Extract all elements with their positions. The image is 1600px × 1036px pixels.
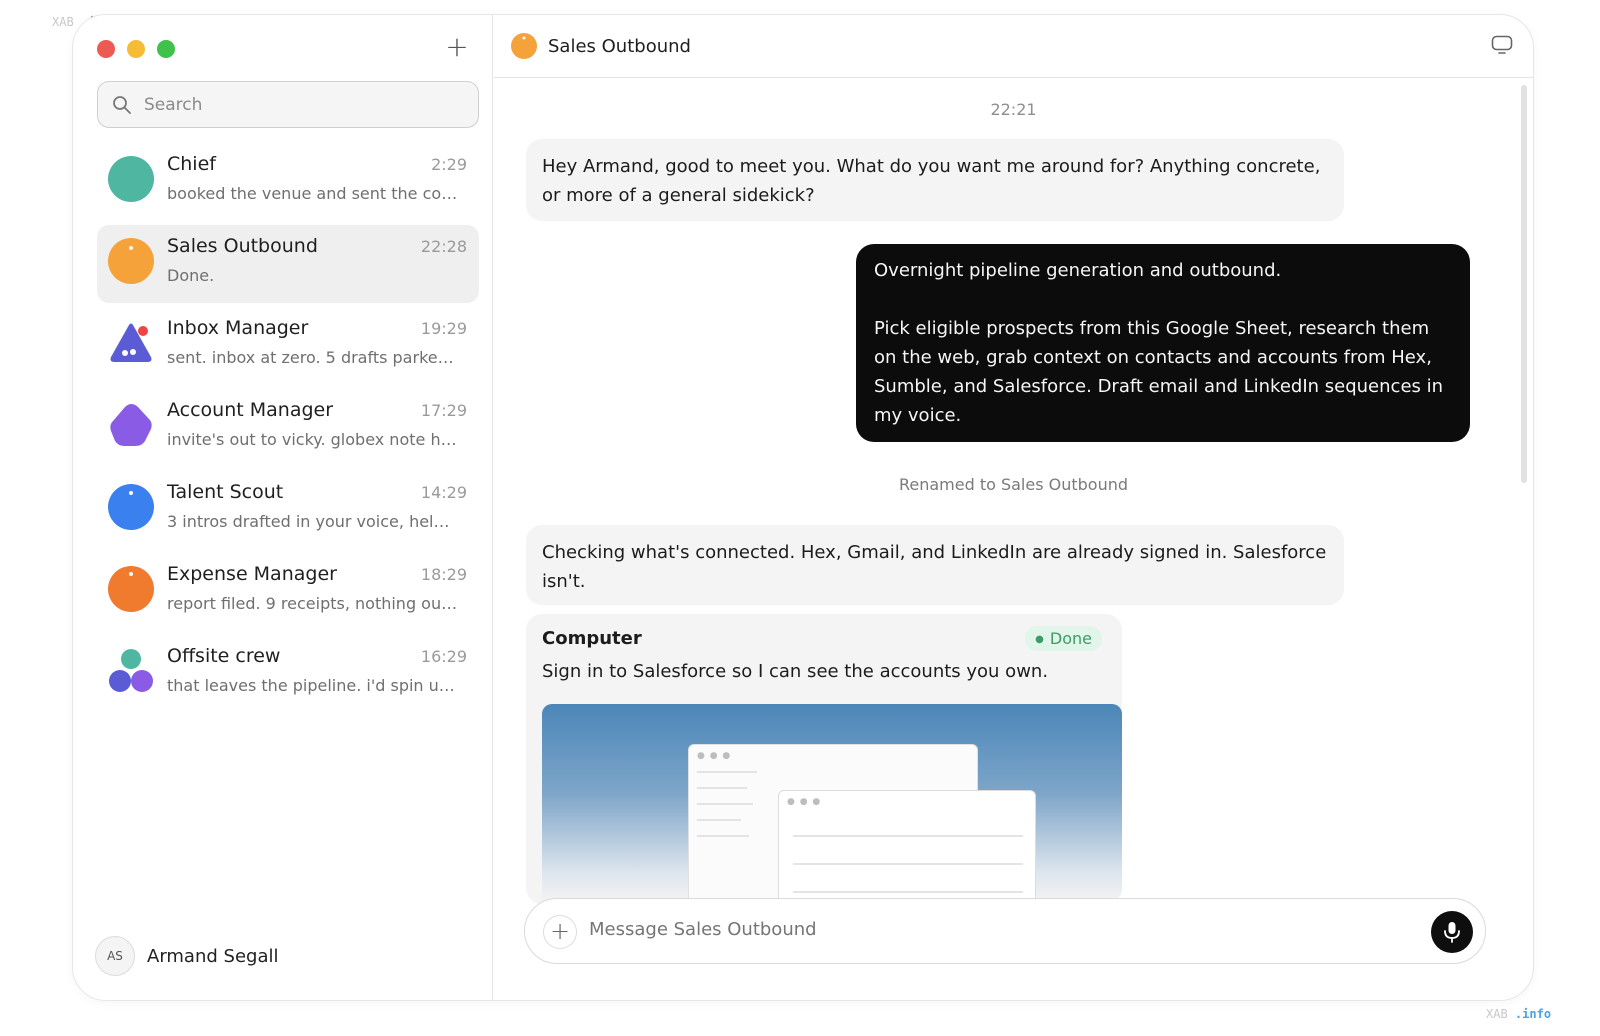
chat-title: Sales Outbound (548, 35, 691, 57)
chat-time: 14:29 (420, 483, 467, 502)
group-avatar-icon (109, 649, 153, 692)
system-notice: Renamed to Sales Outbound (898, 475, 1129, 494)
chat-time: 16:29 (420, 647, 467, 666)
inbox-manager-avatar-icon (110, 323, 152, 362)
preview-line (793, 891, 1023, 893)
chat-preview: sent. inbox at zero. 5 drafts parked ... (167, 348, 459, 367)
chat-bubble-icon[interactable] (1491, 35, 1513, 55)
preview-line (697, 803, 753, 805)
chat-item-sales-outbound[interactable]: Sales Outbound 22:28 Done. (97, 225, 479, 303)
avatar (107, 319, 155, 367)
window-controls (97, 40, 175, 58)
chat-name: Account Manager (167, 399, 334, 421)
preview-line (697, 787, 747, 789)
close-window-button[interactable] (97, 40, 115, 58)
computer-task-card[interactable]: Computer Done Sign in to Salesforce so I… (526, 614, 1122, 904)
avatar (107, 483, 155, 531)
microphone-icon (1444, 922, 1460, 943)
chat-item-offsite-crew[interactable]: Offsite crew 16:29 that leaves the pipel… (97, 635, 479, 713)
chat-preview: that leaves the pipeline. i'd spin up ..… (167, 676, 459, 695)
chat-panel: Sales Outbound 22:21 Hey Armand, good to… (494, 15, 1533, 1000)
assistant-message: Hey Armand, good to meet you. What do yo… (526, 139, 1344, 221)
sales-outbound-avatar-icon (108, 238, 154, 284)
chat-preview: invite's out to vicky. globex note he... (167, 430, 459, 449)
user-message-line: Pick eligible prospects from this Google… (874, 318, 1444, 426)
user-message: Overnight pipeline generation and outbou… (856, 244, 1470, 442)
chat-name: Chief (167, 153, 216, 175)
maximize-window-button[interactable] (157, 40, 175, 58)
window-dots-icon: ● ● ● (787, 797, 822, 807)
avatar (107, 155, 155, 203)
user-message-line: Overnight pipeline generation and outbou… (874, 260, 1282, 281)
expense-manager-avatar-icon (108, 566, 154, 612)
chat-time: 19:29 (420, 319, 467, 338)
chat-name: Expense Manager (167, 563, 337, 585)
search-icon (113, 95, 131, 114)
user-avatar: AS (95, 936, 135, 976)
chat-item-talent-scout[interactable]: Talent Scout 14:29 3 intros drafted in y… (97, 471, 479, 549)
sales-outbound-avatar-icon (511, 33, 537, 59)
avatar (107, 565, 155, 613)
message-composer: + (524, 898, 1486, 964)
search-input[interactable]: Search (97, 81, 479, 128)
minimize-window-button[interactable] (127, 40, 145, 58)
chat-item-chief[interactable]: Chief 2:29 booked the venue and sent the… (97, 143, 479, 221)
preview-line (697, 819, 741, 821)
chat-time: 17:29 (420, 401, 467, 420)
voice-button[interactable] (1431, 911, 1473, 953)
chat-name: Inbox Manager (167, 317, 309, 339)
preview-line (793, 863, 1023, 865)
assistant-message: Checking what's connected. Hex, Gmail, a… (526, 525, 1344, 605)
watermark-bottom: XAB .info (1486, 1007, 1551, 1021)
preview-line (697, 835, 749, 837)
chat-header: Sales Outbound (494, 15, 1533, 78)
chat-item-inbox-manager[interactable]: Inbox Manager 19:29 sent. inbox at zero.… (97, 307, 479, 385)
user-name: Armand Segall (147, 945, 279, 967)
avatar (107, 401, 155, 449)
plus-icon: + (445, 30, 469, 63)
chat-name: Offsite crew (167, 645, 281, 667)
chat-item-account-manager[interactable]: Account Manager 17:29 invite's out to vi… (97, 389, 479, 467)
chat-preview: 3 intros drafted in your voice, held f..… (167, 512, 459, 531)
scrollbar[interactable] (1521, 85, 1527, 483)
chief-avatar-icon (108, 156, 154, 202)
screen-preview[interactable]: ● ● ● ● ● ● (542, 704, 1122, 904)
watermark-prefix: XAB (1486, 1007, 1508, 1021)
sidebar: + Search Chief 2:29 booked the venue and… (73, 15, 493, 1000)
card-text: Sign in to Salesforce so I can see the a… (542, 661, 1049, 682)
chat-time: 18:29 (420, 565, 467, 584)
chat-list: Chief 2:29 booked the venue and sent the… (97, 143, 479, 717)
avatar (107, 647, 155, 695)
chat-time: 2:29 (431, 155, 467, 174)
chat-item-expense-manager[interactable]: Expense Manager 18:29 report filed. 9 re… (97, 553, 479, 631)
chat-preview: booked the venue and sent the con... (167, 184, 459, 203)
window-dots-icon: ● ● ● (697, 751, 732, 761)
new-chat-button[interactable]: + (442, 33, 472, 63)
preview-window: ● ● ● (778, 790, 1036, 904)
status-badge: Done (1025, 626, 1102, 651)
plus-icon: + (549, 917, 571, 945)
chat-name: Talent Scout (167, 481, 284, 503)
preview-line (793, 835, 1023, 837)
account-manager-avatar-icon (110, 404, 152, 446)
chat-name: Sales Outbound (167, 235, 318, 257)
watermark-prefix: XAB (52, 15, 74, 29)
watermark-suffix: .info (1514, 1007, 1552, 1021)
message-input[interactable] (589, 919, 1409, 940)
chat-preview: report filed. 9 receipts, nothing out... (167, 594, 459, 613)
attach-button[interactable]: + (543, 915, 577, 949)
card-title: Computer (542, 628, 642, 649)
app-window: + Search Chief 2:29 booked the venue and… (72, 14, 1534, 1001)
chat-time: 22:28 (420, 237, 467, 256)
avatar (107, 237, 155, 285)
chat-preview: Done. (167, 266, 215, 285)
user-profile[interactable]: AS Armand Segall (95, 936, 278, 976)
talent-scout-avatar-icon (108, 484, 154, 530)
message-timestamp: 22:21 (990, 100, 1037, 119)
preview-line (697, 771, 757, 773)
search-placeholder: Search (144, 94, 203, 115)
